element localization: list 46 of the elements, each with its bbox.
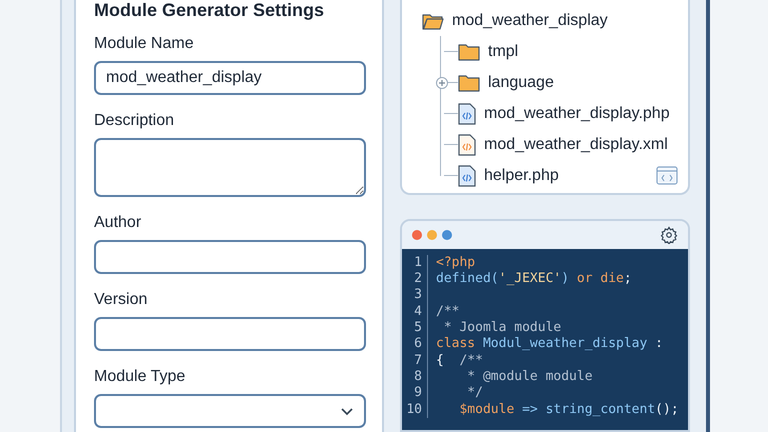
tree-item[interactable]: tmpl xyxy=(488,40,518,64)
tree-item[interactable]: mod_weather_display.php xyxy=(484,102,670,126)
line-number: 5 xyxy=(402,320,428,336)
code-line: * Joomla module xyxy=(442,320,562,336)
field-label: Module Name xyxy=(94,34,195,54)
code-line: $module => string_content(); xyxy=(458,402,679,418)
line-number: 9 xyxy=(402,385,428,402)
field-label: Author xyxy=(94,213,142,233)
folder-icon xyxy=(458,74,480,92)
code-line: defined('_JEXEC') or die; xyxy=(435,271,632,288)
select-field[interactable] xyxy=(94,394,366,428)
code-line: /** xyxy=(435,304,460,320)
expand-icon[interactable] xyxy=(436,76,448,88)
line-number: 1 xyxy=(402,254,428,272)
line-number: 10 xyxy=(402,402,428,418)
line-number: 8 xyxy=(402,368,428,386)
line-number: 7 xyxy=(402,352,428,369)
settings-icon[interactable] xyxy=(660,226,678,244)
code-line: <?php xyxy=(435,254,476,272)
chevron-down-icon xyxy=(340,406,354,416)
line-number: 6 xyxy=(402,336,428,353)
code-line: class Modul_weather_display : xyxy=(435,336,663,353)
text-field[interactable] xyxy=(94,317,366,351)
code-window-icon[interactable] xyxy=(656,166,678,185)
text-field[interactable]: mod_weather_display xyxy=(94,61,366,95)
code-line: */ xyxy=(466,385,483,402)
line-number: 2 xyxy=(402,271,428,288)
line-number: 4 xyxy=(402,304,428,320)
code-line: * @module module xyxy=(466,368,593,386)
code-file-icon xyxy=(458,164,476,186)
field-label: Version xyxy=(94,290,148,310)
tree-item[interactable]: helper.php xyxy=(484,164,559,188)
tree-item[interactable]: mod_weather_display xyxy=(452,8,608,32)
folder-icon xyxy=(422,12,444,30)
code-line: { /** xyxy=(435,352,483,369)
field-label: Description xyxy=(94,111,176,131)
tree-item[interactable]: language xyxy=(488,70,554,94)
line-number: 3 xyxy=(402,287,428,304)
code-file-icon xyxy=(458,102,476,124)
folder-icon xyxy=(458,42,480,60)
text-field[interactable] xyxy=(94,240,366,274)
field-label: Module Type xyxy=(94,367,186,387)
tree-item[interactable]: mod_weather_display.xml xyxy=(484,132,668,156)
panel-title: Module Generator Settings xyxy=(94,0,326,22)
description-field[interactable] xyxy=(94,138,366,197)
code-file-icon xyxy=(458,134,476,156)
